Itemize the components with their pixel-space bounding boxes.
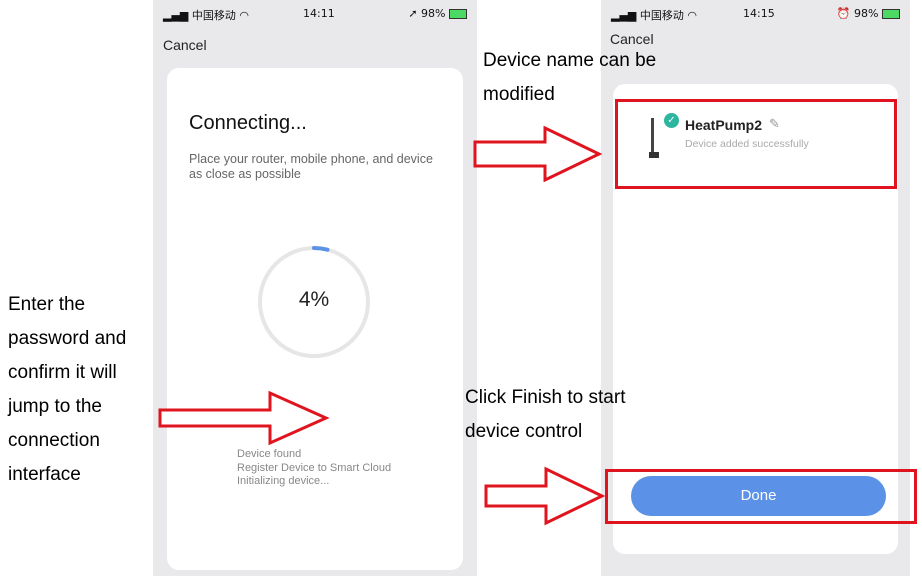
signal-icon: ▂▄▆ [611,9,637,22]
annotation-left: Enter the password and confirm it will j… [8,294,127,485]
step-item: Register Device to Smart Cloud [237,461,392,474]
arrow-right-icon [158,390,330,446]
wifi-icon: ◠ [687,9,697,22]
signal-icon: ▂▄▆ [163,9,189,22]
status-bar: ▂▄▆ 中国移动 ◠ 14:15 ⏰ 98% [601,0,910,26]
annotation-bottom: Click Finish to start device control [465,387,626,442]
connecting-card: Connecting... Place your router, mobile … [167,68,463,570]
clock: 14:11 [303,7,335,20]
carrier-label: ▂▄▆ 中国移动 ◠ [611,9,697,22]
clock: 14:15 [743,7,775,20]
battery-icon [882,9,900,19]
arrow-right-icon [473,126,603,182]
page-title: Connecting... [189,112,307,134]
progress-percent: 4% [298,288,330,311]
device-name-highlight [615,99,897,189]
done-button-highlight [605,469,917,524]
step-item: Device found [237,448,302,460]
status-bar: ▂▄▆ 中国移动 ◠ 14:11 ➚ 98% [153,0,477,26]
wifi-icon: ◠ [239,9,249,22]
battery-indicator: ⏰ 98% [837,7,900,20]
arrow-right-icon [484,466,606,526]
step-item: Initializing device... [237,475,330,487]
location-icon: ➚ [408,7,418,20]
carrier-label: ▂▄▆ 中国移动 ◠ [163,9,249,22]
battery-icon [449,9,467,19]
connection-steps: Device found Register Device to Smart Cl… [237,448,391,489]
cancel-button[interactable]: Cancel [163,37,207,53]
phone-screen-connecting: ▂▄▆ 中国移动 ◠ 14:11 ➚ 98% Cancel Connecting… [153,0,477,576]
alarm-icon: ⏰ [836,7,851,20]
battery-indicator: ➚ 98% [408,7,467,20]
instruction-text: Place your router, mobile phone, and dev… [189,152,433,181]
